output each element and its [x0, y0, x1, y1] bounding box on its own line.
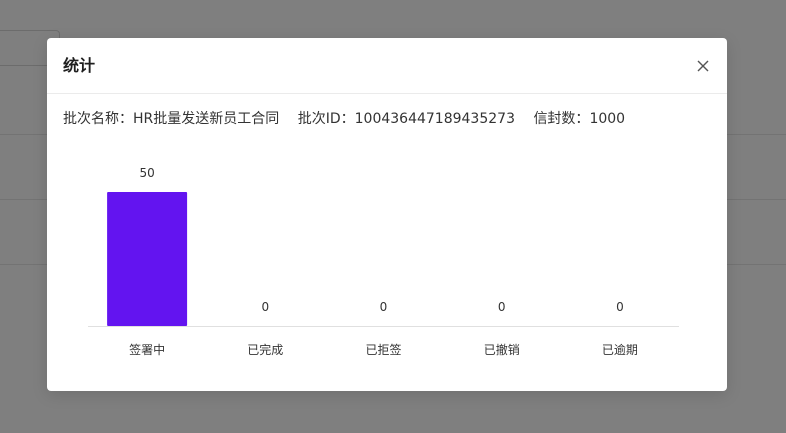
batch-info-row: 批次名称：HR批量发送新员工合同 批次ID：100436447189435273…	[63, 109, 639, 129]
x-tick-label: 签署中	[129, 342, 165, 357]
data-label: 0	[616, 300, 624, 314]
batch-id: 批次ID：100436447189435273	[298, 111, 515, 127]
x-tick-label: 已逾期	[602, 342, 638, 357]
envelope-count: 信封数：1000	[533, 111, 625, 127]
data-label: 50	[139, 166, 154, 180]
close-icon	[697, 60, 709, 72]
batch-id-label: 批次ID：	[297, 111, 355, 127]
x-tick-label: 已拒签	[365, 342, 401, 357]
status-bar-chart: 50 签署中 0 已完成 0 已拒签 0 已撤销 0 已逾期	[47, 148, 727, 378]
data-label: 0	[380, 300, 388, 314]
x-tick-label: 已撤销	[484, 342, 520, 357]
close-button[interactable]	[692, 55, 714, 77]
envelope-count-label: 信封数：	[533, 111, 590, 127]
batch-id-value: 100436447189435273	[354, 111, 515, 127]
batch-name-value: HR批量发送新员工合同	[133, 111, 280, 127]
envelope-count-value: 1000	[589, 111, 626, 127]
x-tick-label: 已完成	[247, 342, 283, 357]
batch-name: 批次名称：HR批量发送新员工合同	[63, 111, 279, 127]
data-label: 0	[261, 300, 269, 314]
statistics-modal: 统计 批次名称：HR批量发送新员工合同 批次ID：100436447189435…	[47, 38, 727, 391]
modal-title: 统计	[63, 56, 96, 75]
modal-header: 统计	[47, 38, 727, 94]
data-label: 0	[498, 300, 506, 314]
bar[interactable]	[107, 192, 188, 326]
chart-svg: 50 签署中 0 已完成 0 已拒签 0 已撤销 0 已逾期	[88, 166, 679, 357]
batch-name-label: 批次名称：	[63, 111, 133, 127]
